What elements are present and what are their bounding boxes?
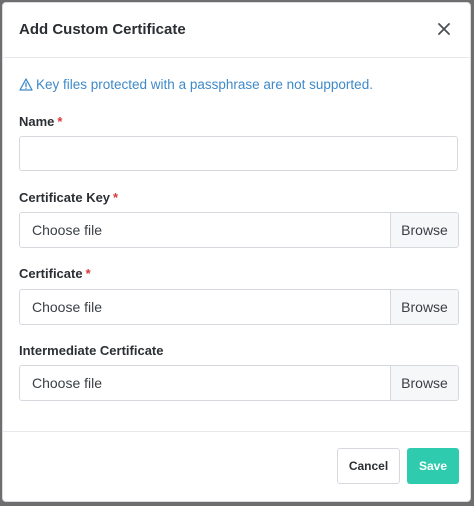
certificate-key-label: Certificate Key * (19, 190, 118, 205)
certificate-key-file-text[interactable]: Choose file (20, 213, 390, 247)
name-label-text: Name (19, 114, 55, 129)
warning-triangle-icon (19, 77, 33, 91)
certificate-required-mark: * (85, 266, 91, 281)
dialog-header: Add Custom Certificate (3, 3, 470, 58)
cancel-button[interactable]: Cancel (337, 448, 400, 484)
name-label: Name * (19, 114, 62, 129)
certificate-label-text: Certificate (19, 266, 83, 281)
passphrase-warning: Key files protected with a passphrase ar… (19, 73, 459, 95)
intermediate-certificate-label: Intermediate Certificate (19, 343, 164, 358)
certificate-file-text[interactable]: Choose file (20, 290, 390, 324)
name-required-mark: * (57, 114, 63, 129)
close-button[interactable] (432, 17, 456, 41)
certificate-browse-button[interactable]: Browse (390, 290, 458, 324)
certificate-label: Certificate * (19, 266, 91, 281)
name-input[interactable] (19, 136, 458, 171)
save-button[interactable]: Save (407, 448, 459, 484)
dialog-title: Add Custom Certificate (19, 21, 186, 38)
dialog-body: Key files protected with a passphrase ar… (19, 73, 459, 95)
dialog-footer: Cancel Save (3, 431, 470, 503)
intermediate-certificate-label-text: Intermediate Certificate (19, 343, 164, 358)
certificate-key-label-text: Certificate Key (19, 190, 111, 205)
certificate-key-file-input[interactable]: Choose file Browse (19, 212, 459, 248)
add-certificate-dialog: Add Custom Certificate Key files protect… (2, 2, 471, 502)
certificate-file-input[interactable]: Choose file Browse (19, 289, 459, 325)
intermediate-certificate-file-text[interactable]: Choose file (20, 366, 390, 400)
certificate-key-browse-button[interactable]: Browse (390, 213, 458, 247)
intermediate-certificate-file-input[interactable]: Choose file Browse (19, 365, 459, 401)
close-icon (438, 23, 450, 35)
certificate-key-required-mark: * (113, 190, 119, 205)
warning-text: Key files protected with a passphrase ar… (36, 76, 373, 92)
intermediate-certificate-browse-button[interactable]: Browse (390, 366, 458, 400)
